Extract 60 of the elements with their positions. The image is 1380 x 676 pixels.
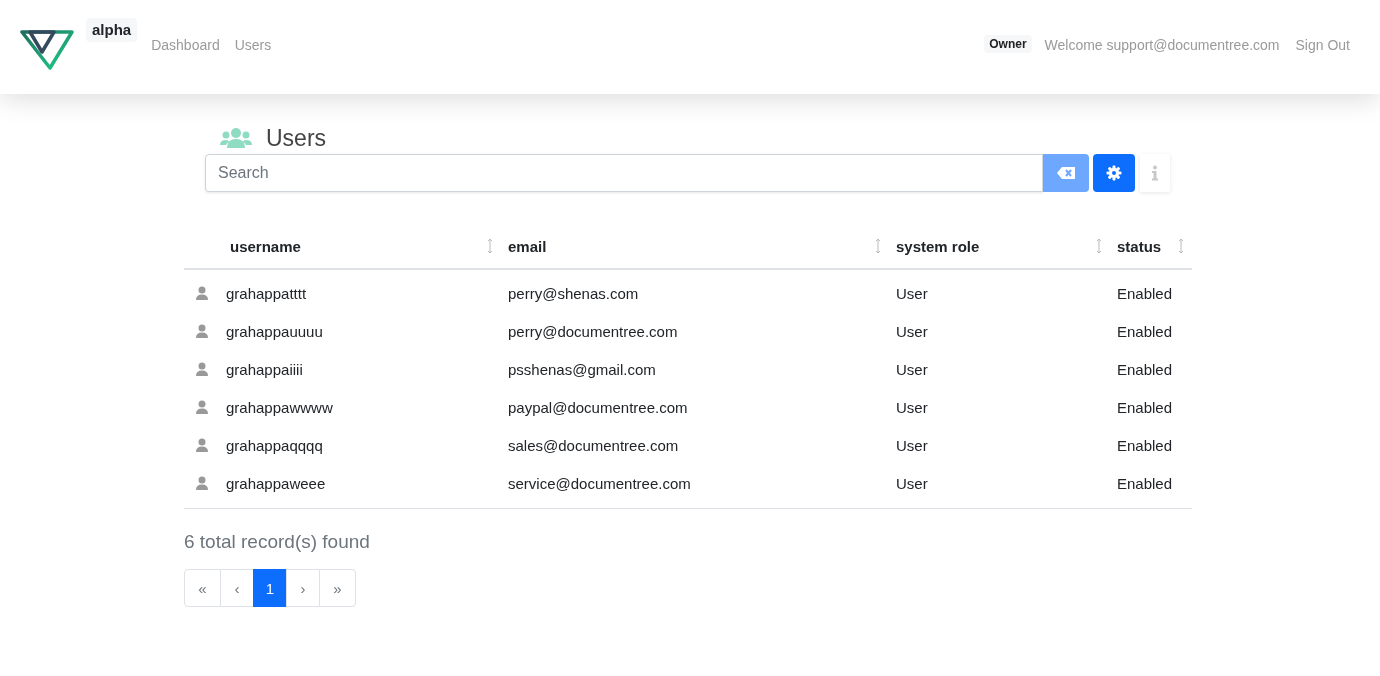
table-cell: grahappauuuu: [226, 322, 323, 340]
settings-button[interactable]: [1093, 154, 1135, 192]
table-cell: paypal@documentree.com: [508, 398, 688, 416]
table-cell: Enabled: [1117, 474, 1173, 492]
table-cell: perry@shenas.com: [508, 284, 639, 302]
gear-icon: [1106, 165, 1122, 181]
user-icon: [196, 476, 208, 490]
clear-search-button[interactable]: [1043, 154, 1089, 192]
pagination-button[interactable]: 1: [253, 569, 287, 607]
user-icon: [196, 286, 208, 300]
sort-icon[interactable]: [1178, 238, 1184, 254]
user-icon: [196, 324, 208, 338]
search-field[interactable]: Search: [205, 154, 1043, 192]
table-cell: perry@documentree.com: [508, 322, 678, 340]
table-cell: User: [896, 360, 928, 378]
table-cell: User: [896, 284, 928, 302]
table-cell: psshenas@gmail.com: [508, 360, 656, 378]
column-header[interactable]: email: [508, 237, 547, 255]
record-count-text: 6 total record(s) found: [184, 531, 371, 553]
pagination-button[interactable]: ‹: [220, 569, 254, 607]
sort-icon[interactable]: [1096, 238, 1102, 254]
table-cell: grahappaweee: [226, 474, 326, 492]
sort-icon[interactable]: [875, 238, 881, 254]
welcome-text: Welcome support@documentree.com: [1044, 37, 1280, 53]
role-badge: Owner: [984, 35, 1032, 53]
table-cell: User: [896, 474, 928, 492]
table-cell: grahappatttt: [226, 284, 307, 302]
brand-label: alpha: [86, 18, 138, 42]
user-icon: [196, 400, 208, 414]
pagination-button[interactable]: ›: [286, 569, 320, 607]
info-button[interactable]: [1140, 154, 1170, 192]
page-title: Users: [266, 124, 327, 152]
column-header[interactable]: system role: [896, 237, 980, 255]
column-header[interactable]: status: [1117, 237, 1162, 255]
users-icon: [220, 126, 252, 150]
table-cell: User: [896, 322, 928, 340]
backspace-icon: [1057, 167, 1075, 179]
user-icon: [196, 438, 208, 452]
table-cell: Enabled: [1117, 398, 1173, 416]
logo-icon[interactable]: [20, 30, 74, 70]
nav-link[interactable]: Dashboard: [151, 37, 220, 53]
table-cell: Enabled: [1117, 322, 1173, 340]
table-cell: grahappaqqqq: [226, 436, 323, 454]
table-cell: Enabled: [1117, 284, 1173, 302]
pagination-button[interactable]: «: [184, 569, 221, 607]
table-cell: User: [896, 398, 928, 416]
table-cell: grahappawwww: [226, 398, 333, 416]
column-header[interactable]: username: [230, 237, 301, 255]
user-icon: [196, 362, 208, 376]
table-cell: grahappaiiii: [226, 360, 303, 378]
sign-out-link[interactable]: Sign Out: [1295, 37, 1350, 53]
table-cell: sales@documentree.com: [508, 436, 679, 454]
table-cell: User: [896, 436, 928, 454]
pagination-button[interactable]: »: [319, 569, 356, 607]
info-icon: [1151, 165, 1159, 181]
sort-icon[interactable]: [487, 238, 493, 254]
table-cell: Enabled: [1117, 436, 1173, 454]
table-cell: service@documentree.com: [508, 474, 691, 492]
table-cell: Enabled: [1117, 360, 1173, 378]
nav-link[interactable]: Users: [234, 37, 272, 53]
